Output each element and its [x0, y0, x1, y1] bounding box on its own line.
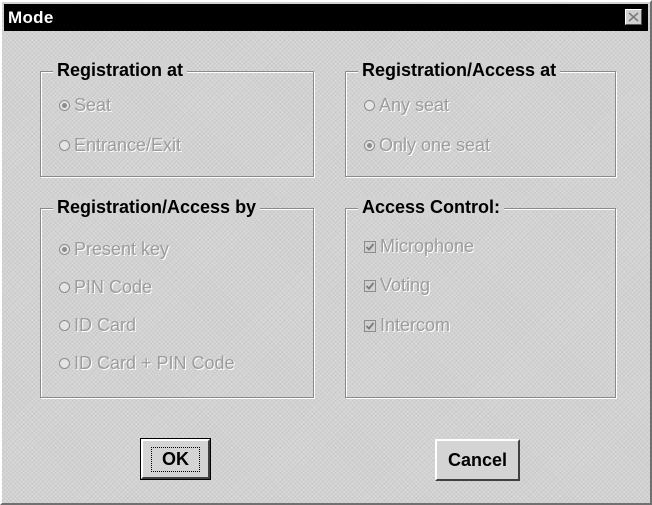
close-icon — [628, 12, 639, 22]
option-label: Voting — [380, 275, 431, 295]
option-label: ID Card — [74, 315, 137, 335]
registration-access-by-label: Registration/Access by — [53, 196, 261, 218]
checkmark-icon — [365, 281, 375, 290]
radio-seat[interactable]: Seat — [59, 95, 111, 116]
radio-button[interactable] — [364, 100, 375, 111]
registration-access-at-label: Registration/Access at — [358, 59, 561, 81]
checkmark-icon — [365, 321, 375, 330]
radio-button[interactable] — [59, 282, 70, 293]
radio-button-checked[interactable] — [364, 140, 375, 151]
window-title: Mode — [8, 8, 54, 27]
registration-at-group: Registration at Seat Entrance/Exit — [40, 59, 314, 177]
option-label: Intercom — [380, 315, 451, 335]
ok-button[interactable]: OK — [140, 438, 211, 480]
radio-id-card-pin-code[interactable]: ID Card + PIN Code — [59, 353, 235, 374]
checkmark-icon — [365, 242, 375, 251]
option-label: Only one seat — [379, 135, 491, 155]
option-label: Present key — [74, 239, 170, 259]
title-bar[interactable]: Mode — [4, 4, 648, 31]
checkbox-checked[interactable] — [364, 240, 376, 253]
radio-button-checked[interactable] — [59, 244, 70, 255]
cancel-button-label: Cancel — [447, 449, 508, 470]
checkbox-checked[interactable] — [364, 319, 376, 332]
radio-entrance-exit[interactable]: Entrance/Exit — [59, 135, 181, 156]
registration-access-at-group: Registration/Access at Any seat Only one… — [345, 59, 616, 177]
radio-button[interactable] — [59, 358, 70, 369]
radio-pin-code[interactable]: PIN Code — [59, 277, 152, 298]
checkbox-checked[interactable] — [364, 279, 376, 292]
radio-present-key[interactable]: Present key — [59, 239, 169, 260]
close-button[interactable] — [625, 9, 642, 25]
option-label: Microphone — [380, 236, 475, 256]
registration-at-label: Registration at — [53, 59, 188, 81]
registration-access-by-group: Registration/Access by Present key PIN C… — [40, 196, 314, 398]
radio-id-card[interactable]: ID Card — [59, 315, 136, 336]
radio-button-checked[interactable] — [59, 100, 70, 111]
option-label: Any seat — [379, 95, 450, 115]
checkbox-microphone[interactable]: Microphone — [364, 236, 474, 257]
ok-button-label: OK — [151, 446, 200, 472]
access-control-group: Access Control: Microphone Voting Interc… — [345, 196, 616, 398]
option-label: Entrance/Exit — [74, 135, 182, 155]
option-label: Seat — [74, 95, 112, 115]
option-label: ID Card + PIN Code — [74, 353, 235, 373]
access-control-label: Access Control: — [358, 196, 505, 218]
checkbox-intercom[interactable]: Intercom — [364, 315, 450, 336]
radio-button[interactable] — [59, 320, 70, 331]
radio-any-seat[interactable]: Any seat — [364, 95, 449, 116]
radio-only-one-seat[interactable]: Only one seat — [364, 135, 490, 156]
radio-button[interactable] — [59, 140, 70, 151]
cancel-button[interactable]: Cancel — [435, 439, 520, 481]
option-label: PIN Code — [74, 277, 153, 297]
mode-dialog: Mode Registration at Seat Entrance/Exit … — [0, 0, 652, 505]
checkbox-voting[interactable]: Voting — [364, 275, 430, 296]
